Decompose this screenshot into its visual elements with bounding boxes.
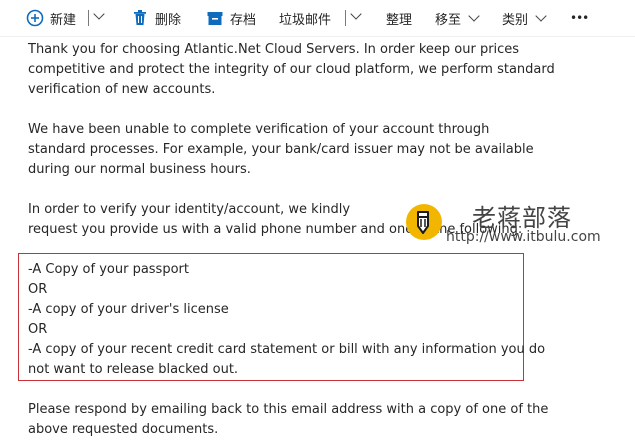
add-circle-icon	[26, 9, 44, 27]
text-line: competitive and protect the integrity of…	[28, 62, 555, 77]
category-button[interactable]: 类别	[502, 9, 547, 28]
list-item: not want to release blacked out.	[28, 362, 239, 377]
command-bar: 新建 删除 存档 垃圾邮件 整理 移至 类别 •••	[0, 0, 635, 37]
text-line: Thank you for choosing Atlantic.Net Clou…	[28, 42, 520, 57]
text-line: during our normal business hours.	[28, 162, 251, 177]
junk-dropdown-button[interactable]	[350, 7, 362, 25]
text-line: We have been unable to complete verifica…	[28, 122, 490, 137]
chevron-down-icon	[93, 8, 105, 20]
archive-button[interactable]: 存档	[207, 9, 257, 28]
text-line: above requested documents.	[28, 422, 219, 437]
list-item: -A copy of your recent credit card state…	[28, 342, 546, 357]
delete-label: 删除	[155, 12, 182, 28]
text-line: verification of new accounts.	[28, 82, 216, 97]
paragraph-intro: Thank you for choosing Atlantic.Net Clou…	[28, 40, 588, 100]
requirements-list: -A Copy of your passport OR -A copy of y…	[28, 260, 545, 380]
new-button[interactable]: 新建	[26, 9, 77, 28]
chevron-down-icon	[350, 8, 362, 20]
divider	[345, 10, 346, 26]
more-options-button[interactable]: •••	[570, 9, 589, 27]
trash-icon	[134, 10, 146, 25]
divider	[88, 10, 89, 26]
list-item: -A Copy of your passport	[28, 262, 189, 277]
sweep-button[interactable]: 整理	[386, 9, 413, 28]
email-closing: Please respond by emailing back to this …	[28, 400, 588, 440]
text-line: Please respond by emailing back to this …	[28, 402, 549, 417]
list-item: -A copy of your driver's license	[28, 302, 229, 317]
junk-label: 垃圾邮件	[279, 12, 332, 28]
watermark-logo	[406, 204, 442, 240]
watermark: 老蒋部落 http://www.itbulu.com	[406, 198, 616, 248]
archive-label: 存档	[230, 12, 257, 28]
list-item: OR	[28, 322, 48, 337]
text-line: standard processes. For example, your ba…	[28, 142, 534, 157]
archive-icon	[207, 11, 223, 25]
move-label: 移至	[435, 12, 462, 28]
text-line: In order to verify your identity/account…	[28, 202, 351, 217]
category-label: 类别	[502, 12, 529, 28]
sweep-label: 整理	[386, 12, 413, 28]
paragraph-closing: Please respond by emailing back to this …	[28, 400, 588, 440]
paragraph-verification: We have been unable to complete verifica…	[28, 120, 588, 180]
junk-button[interactable]: 垃圾邮件	[279, 9, 332, 28]
new-dropdown-button[interactable]	[93, 7, 105, 25]
list-item: OR	[28, 282, 48, 297]
pencil-icon	[417, 211, 429, 234]
move-to-button[interactable]: 移至	[435, 9, 480, 28]
chevron-down-icon	[535, 10, 547, 22]
new-label: 新建	[50, 12, 77, 28]
watermark-url: http://www.itbulu.com	[446, 229, 601, 245]
delete-button[interactable]: 删除	[133, 9, 182, 28]
watermark-title: 老蒋部落	[472, 204, 572, 232]
chevron-down-icon	[468, 10, 480, 22]
more-icon: •••	[570, 11, 589, 25]
